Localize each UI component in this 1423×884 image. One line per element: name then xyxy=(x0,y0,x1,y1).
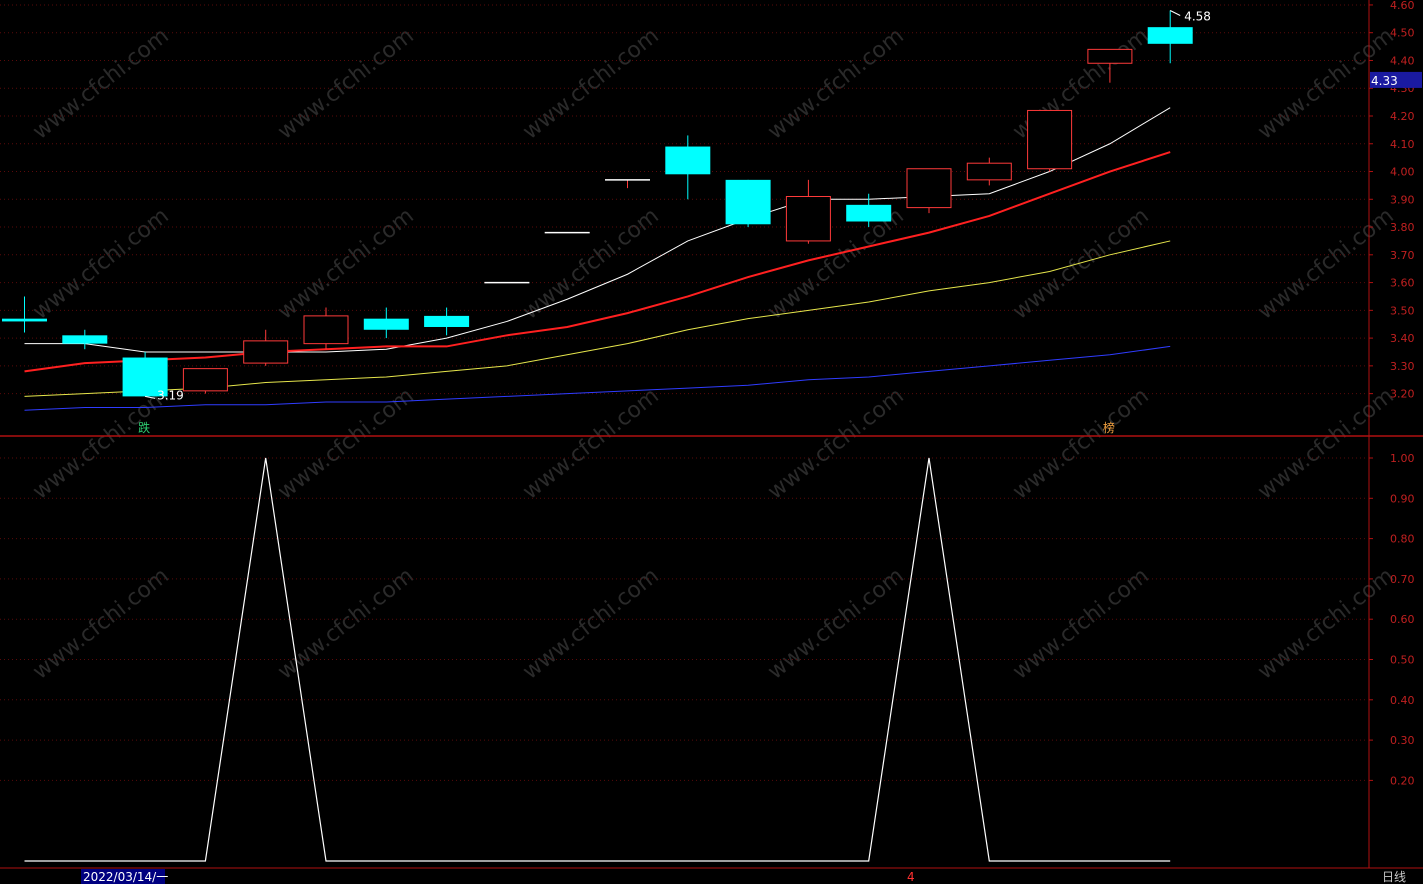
indicator-tick-label: 0.50 xyxy=(1390,654,1415,667)
candle-body xyxy=(243,340,289,364)
candle[interactable] xyxy=(785,179,831,244)
price-tick-label: 3.30 xyxy=(1390,360,1415,373)
watermark-text: www.cfchi.com xyxy=(1253,383,1398,504)
price-tick-label: 3.70 xyxy=(1390,249,1415,262)
watermark-text: www.cfchi.com xyxy=(518,23,663,144)
watermark-text: www.cfchi.com xyxy=(28,563,173,684)
price-tick-label: 4.60 xyxy=(1390,0,1415,12)
candle-body xyxy=(906,168,952,209)
event-marker[interactable]: 榜 xyxy=(1103,420,1115,435)
event-marker[interactable]: 跌 xyxy=(138,420,150,435)
price-tick-label: 4.20 xyxy=(1390,110,1415,123)
period-label[interactable]: 日线 xyxy=(1382,870,1406,884)
indicator-tick-label: 0.40 xyxy=(1390,694,1415,707)
grid xyxy=(0,0,1423,869)
stock-chart[interactable]: www.cfchi.com www.cfchi.com www.cfchi.com w… xyxy=(0,0,1423,884)
price-tick-label: 4.40 xyxy=(1390,54,1415,67)
watermark-text: www.cfchi.com xyxy=(28,203,173,324)
price-tick-label: 4.50 xyxy=(1390,27,1415,40)
candle-body xyxy=(785,196,831,242)
price-tick-label: 4.00 xyxy=(1390,166,1415,179)
candle[interactable] xyxy=(906,168,952,214)
indicator-tick-label: 0.20 xyxy=(1390,774,1415,787)
watermark-text: www.cfchi.com xyxy=(1253,203,1398,324)
candle-body xyxy=(2,318,47,322)
candle-body xyxy=(62,335,108,344)
watermark-text: www.cfchi.com xyxy=(1008,383,1153,504)
candle-body xyxy=(966,162,1012,181)
candle[interactable] xyxy=(605,179,650,189)
candle-body xyxy=(182,368,228,392)
candle-body xyxy=(665,146,711,175)
candle[interactable] xyxy=(725,179,771,228)
watermark-text: www.cfchi.com xyxy=(763,23,908,144)
candle[interactable] xyxy=(182,368,228,394)
watermark-text: www.cfchi.com xyxy=(763,563,908,684)
price-tick-label: 3.40 xyxy=(1390,332,1415,345)
chart-labels: 4.33 4.58 3.19 跌 榜 xyxy=(138,10,1422,435)
price-tick-label: 3.50 xyxy=(1390,304,1415,317)
indicator-tick-label: 0.60 xyxy=(1390,613,1415,626)
watermark-text: www.cfchi.com xyxy=(1253,563,1398,684)
candle[interactable] xyxy=(1027,109,1073,172)
candle[interactable] xyxy=(966,157,1012,186)
watermark-text: www.cfchi.com xyxy=(1008,203,1153,324)
watermark-text: www.cfchi.com xyxy=(518,563,663,684)
candle[interactable] xyxy=(665,135,711,200)
candle-body xyxy=(363,318,409,330)
candle-body xyxy=(1087,48,1133,64)
watermark-text: www.cfchi.com xyxy=(518,203,663,324)
candle[interactable] xyxy=(243,329,289,366)
price-tick-label: 3.90 xyxy=(1390,193,1415,206)
candle[interactable] xyxy=(303,307,349,350)
candle-body xyxy=(424,315,470,327)
watermark-text: www.cfchi.com xyxy=(1008,563,1153,684)
low-marker-label: 3.19 xyxy=(157,388,184,402)
price-tick-label: 3.80 xyxy=(1390,221,1415,234)
indicator-tick-label: 1.00 xyxy=(1390,452,1415,465)
status-bar: 2022/03/14/一 4 日线 xyxy=(81,869,1406,884)
price-tick-label: 4.10 xyxy=(1390,138,1415,151)
candle-body xyxy=(846,204,892,222)
candle[interactable] xyxy=(363,307,409,339)
date-label: 2022/03/14/一 xyxy=(83,870,168,884)
watermark-text: www.cfchi.com xyxy=(28,23,173,144)
watermark-text: www.cfchi.com xyxy=(28,383,173,504)
watermark-text: www.cfchi.com xyxy=(518,383,663,504)
watermark-text: www.cfchi.com xyxy=(273,203,418,324)
candle-body xyxy=(725,179,771,225)
indicator-tick-label: 0.80 xyxy=(1390,533,1415,546)
current-price-label: 4.33 xyxy=(1371,74,1398,88)
watermark-text: www.cfchi.com xyxy=(273,563,418,684)
candle-body xyxy=(1027,109,1073,170)
high-marker-label: 4.58 xyxy=(1184,10,1211,24)
watermark-text: www.cfchi.com xyxy=(273,23,418,144)
ma-line xyxy=(24,107,1171,353)
indicator-tick-label: 0.90 xyxy=(1390,492,1415,505)
price-tick-label: 3.60 xyxy=(1390,277,1415,290)
watermark-text: www.cfchi.com xyxy=(763,383,908,504)
candle-body xyxy=(1147,27,1193,44)
candle-body xyxy=(303,315,349,345)
candle[interactable] xyxy=(424,307,470,336)
indicator-tick-label: 0.70 xyxy=(1390,573,1415,586)
indicator-tick-label: 0.30 xyxy=(1390,734,1415,747)
cursor-label: 4 xyxy=(907,870,915,884)
high-marker-arrow xyxy=(1169,10,1181,16)
price-tick-label: 3.20 xyxy=(1390,388,1415,401)
